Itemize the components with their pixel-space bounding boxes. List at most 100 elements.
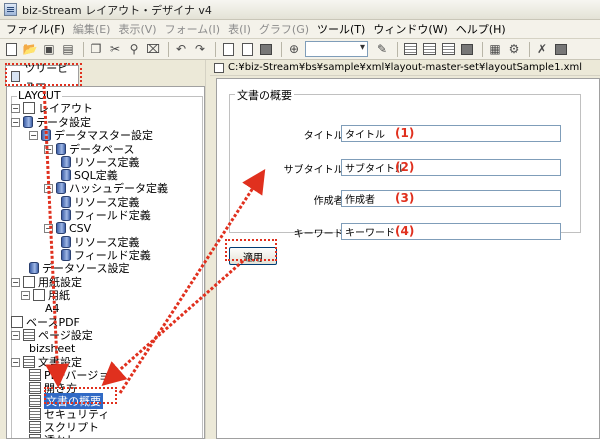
window-title: biz-Stream レイアウト・デザイナ v4 [22, 3, 212, 17]
apply-button[interactable]: 適用 [229, 247, 277, 265]
menu-item[interactable]: ツール(T) [313, 21, 369, 37]
tree-node-label: bizsheet [29, 341, 76, 355]
tools-icon[interactable]: ✗ [534, 41, 550, 57]
document-icon [29, 395, 41, 407]
tree-node[interactable]: − CSV [44, 221, 91, 235]
open-folder-icon[interactable]: 📂 [22, 41, 38, 57]
database-icon [56, 182, 66, 194]
database-icon [29, 262, 39, 274]
database-icon [56, 222, 66, 234]
align-icon[interactable] [421, 41, 437, 57]
collapse-toggle-icon[interactable]: − [21, 290, 30, 300]
tree-node[interactable]: A4 [45, 301, 60, 315]
menu-item[interactable]: ファイル(F) [2, 21, 69, 37]
tree-node[interactable]: bizsheet [29, 341, 75, 355]
tree-node[interactable]: − データマスター設定 [29, 128, 153, 142]
file-icon [214, 62, 224, 73]
tab-tree-view[interactable]: ツリービュー [5, 62, 79, 91]
collapse-toggle-icon[interactable]: − [11, 277, 20, 287]
keywords-label: キーワード: [293, 229, 347, 240]
table-icon[interactable] [440, 41, 456, 57]
menu-item[interactable]: ヘルプ(H) [452, 21, 510, 37]
tree-node[interactable]: データソース設定 [29, 261, 129, 275]
title-label: タイトル: [303, 131, 347, 142]
tree-node[interactable]: 透かし [29, 432, 77, 438]
zoom-select[interactable] [305, 41, 368, 57]
delete-icon[interactable]: ⌧ [145, 41, 161, 57]
marker-3: (3) [395, 191, 415, 205]
collapse-toggle-icon[interactable]: − [11, 357, 20, 367]
collapse-toggle-icon[interactable]: − [44, 223, 53, 233]
cut-icon[interactable]: ✂ [107, 41, 123, 57]
database-icon [61, 209, 71, 221]
save-all-icon[interactable]: ▤ [60, 41, 76, 57]
menu-bar: ファイル(F) 編集(E) 表示(V) フォーム(I) 表(I) グラフ(G) ツール(T)… [0, 20, 600, 39]
page-icon [23, 276, 35, 288]
image-icon[interactable] [459, 41, 475, 57]
grid-icon[interactable] [402, 41, 418, 57]
undo-icon[interactable]: ↶ [173, 41, 189, 57]
keywords-field[interactable] [341, 223, 561, 240]
menu-item[interactable]: 表示(V) [114, 21, 160, 37]
author-label: 作成者: [313, 196, 347, 207]
tree-node-label: 透かし [44, 432, 77, 438]
document-icon [29, 421, 41, 433]
tree-node[interactable]: − 用紙設定 [11, 275, 82, 289]
collapse-toggle-icon[interactable]: − [44, 183, 53, 193]
collapse-toggle-icon[interactable]: − [11, 330, 20, 340]
collapse-toggle-icon[interactable]: − [44, 144, 53, 154]
zoom-icon[interactable]: ⊕ [286, 41, 302, 57]
menu-item[interactable]: グラフ(G) [255, 21, 313, 37]
save-icon[interactable]: ▣ [41, 41, 57, 57]
collapse-toggle-icon[interactable]: − [11, 103, 20, 113]
page-alt-icon[interactable] [239, 41, 255, 57]
preview-icon[interactable] [258, 41, 274, 57]
document-icon [29, 408, 41, 420]
chart-icon[interactable]: ▦ [487, 41, 503, 57]
tree-view: LAYOUT − レイアウト − データ設定 − データマスター設定 − データベース リソース… [6, 86, 205, 439]
menu-item[interactable]: フォーム(I) [161, 21, 225, 37]
subtitle-field[interactable] [341, 159, 561, 176]
tree-node[interactable]: フィールド定義 [61, 208, 151, 222]
marker-1: (1) [395, 126, 415, 140]
redo-icon[interactable]: ↷ [192, 41, 208, 57]
menu-item[interactable]: 編集(E) [69, 21, 115, 37]
title-field[interactable] [341, 125, 561, 142]
editor-content: 文書の概要 タイトル: (1) サブタイトル: (2) 作成者: (3) キーワ… [216, 78, 600, 439]
toolbar-separator [168, 41, 169, 57]
database-icon [61, 156, 71, 168]
toolbar-separator [281, 41, 282, 57]
collapse-toggle-icon[interactable]: − [11, 117, 20, 127]
menu-item[interactable]: ウィンドウ(W) [369, 21, 451, 37]
toolbar-separator [83, 41, 84, 57]
database-icon [23, 116, 33, 128]
new-file-icon[interactable] [3, 41, 19, 57]
tools-icon[interactable]: ⚙ [506, 41, 522, 57]
document-icon [29, 434, 41, 438]
collapse-toggle-icon[interactable]: − [29, 130, 38, 140]
toolbar-separator [482, 41, 483, 57]
file-path: C:¥biz-Stream¥bs¥sample¥xml¥layout-maste… [228, 62, 583, 73]
marker-4: (4) [395, 224, 415, 238]
author-field[interactable] [341, 190, 561, 207]
tree-panel: ツリービュー LAYOUT − レイアウト − データ設定 − データマスター設定 − データ… [0, 60, 205, 439]
menu-item[interactable]: 表(I) [224, 21, 255, 37]
file-path-bar: C:¥biz-Stream¥bs¥sample¥xml¥layout-maste… [210, 60, 600, 76]
toolbar-separator [529, 41, 530, 57]
paste-icon[interactable]: ⚲ [126, 41, 142, 57]
stop-icon[interactable] [553, 41, 569, 57]
copy-icon[interactable]: ❐ [88, 41, 104, 57]
page-setting-icon [23, 329, 35, 341]
tree-node[interactable]: − ページ設定 [11, 328, 93, 342]
page-icon [33, 289, 45, 301]
edit-icon[interactable]: ✎ [374, 41, 390, 57]
database-icon [61, 236, 71, 248]
tree-node[interactable]: − 用紙 [21, 288, 70, 302]
page-icon[interactable] [220, 41, 236, 57]
window-titlebar: biz-Stream レイアウト・デザイナ v4 [0, 0, 600, 20]
document-icon [29, 369, 41, 381]
database-icon [41, 129, 51, 141]
tree-node[interactable]: − レイアウト [11, 101, 93, 115]
toolbar: 📂 ▣ ▤ ❐ ✂ ⚲ ⌧ ↶ ↷ ⊕ ✎ ▦ ⚙ ✗ [0, 39, 600, 60]
tree-node[interactable]: − ハッシュデータ定義 [44, 181, 168, 195]
